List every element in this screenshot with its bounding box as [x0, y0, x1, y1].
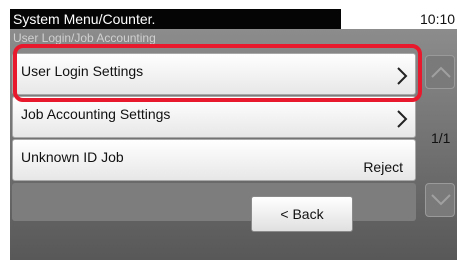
- chevron-right-icon: [397, 110, 408, 128]
- menu-item-job-accounting-settings[interactable]: Job Accounting Settings: [12, 96, 416, 138]
- chevron-down-icon: [431, 194, 451, 206]
- page-indicator: 1/1: [431, 130, 451, 146]
- scroll-up-button[interactable]: [425, 55, 455, 89]
- back-button[interactable]: < Back: [251, 196, 353, 232]
- chevron-up-icon: [431, 66, 451, 78]
- menu-item-unknown-id-job[interactable]: Unknown ID Job Reject: [12, 139, 416, 181]
- menu-item-value: Reject: [363, 159, 403, 175]
- selection-highlight: [13, 44, 422, 102]
- screen: System Menu/Counter. 10:10 User Login/Jo…: [0, 0, 457, 260]
- clock: 10:10: [420, 11, 456, 27]
- menu-item-label: Job Accounting Settings: [21, 106, 171, 122]
- page-title: System Menu/Counter.: [10, 9, 341, 29]
- scroll-down-button[interactable]: [425, 183, 455, 217]
- breadcrumb: User Login/Job Accounting: [13, 31, 156, 45]
- empty-list-row: [12, 183, 416, 221]
- main-panel: User Login/Job Accounting User Login Set…: [10, 29, 457, 260]
- menu-item-label: Unknown ID Job: [21, 149, 124, 165]
